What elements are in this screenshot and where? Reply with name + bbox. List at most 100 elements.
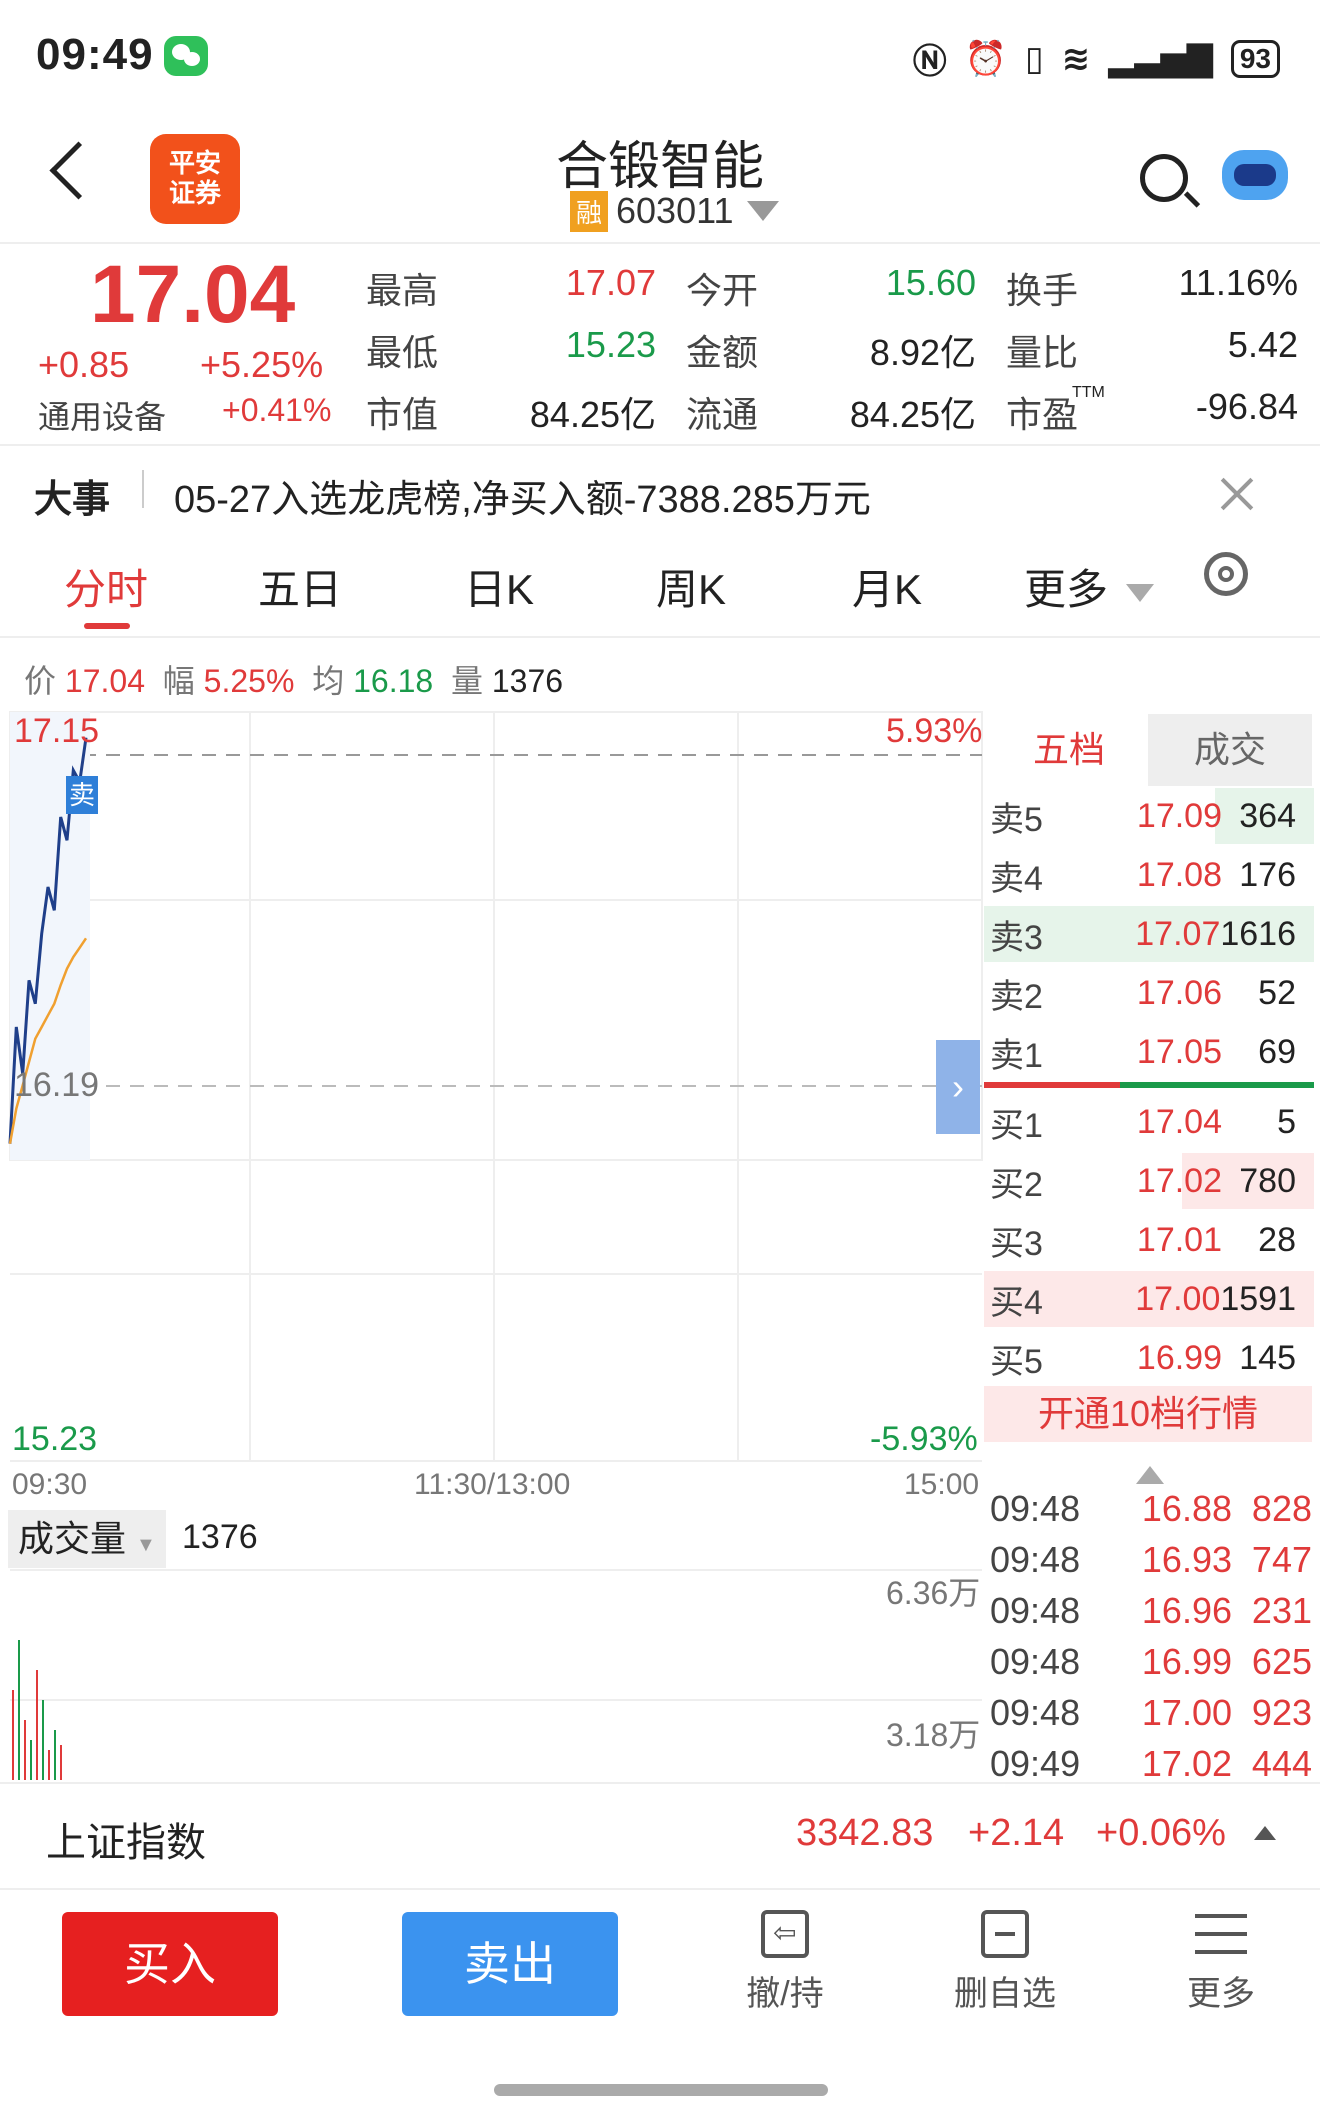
tick-price: 17.00 [1141, 1692, 1232, 1733]
sell-button[interactable]: 卖出 [402, 1912, 618, 2016]
level-price: 17.04 [1136, 1102, 1222, 1141]
status-time: 09:49 [36, 30, 154, 79]
level-label: 买2 [990, 1165, 1043, 1204]
orderbook-row[interactable]: 买1 17.04 5 [984, 1094, 1314, 1150]
home-indicator[interactable] [494, 2084, 828, 2096]
system-status-icons: Ⓝ ⏰ ▯ ≋ ▂▃▅▇ 93 [913, 34, 1280, 83]
volume-bar [54, 1730, 56, 1780]
battery-indicator: 93 [1230, 39, 1280, 78]
quote-label: 量比 [1006, 332, 1079, 373]
price-change-pct: +5.25% [200, 344, 324, 385]
quote-value: -96.84 [1195, 386, 1298, 427]
tick-price: 16.96 [1141, 1590, 1232, 1631]
tab-weekly-k[interactable]: 周K [656, 556, 726, 617]
tab-daily-k[interactable]: 日K [464, 556, 534, 617]
level-volume: 28 [1258, 1220, 1296, 1259]
level-label: 买5 [990, 1342, 1043, 1381]
orderbook-row[interactable]: 卖1 17.05 69 [984, 1024, 1314, 1080]
intraday-chart[interactable] [0, 700, 984, 1780]
tab-intraday[interactable]: 分时 [64, 556, 148, 617]
level-price: 17.08 [1136, 855, 1222, 894]
x-axis-mid-label: 11:30/13:00 [414, 1468, 571, 1501]
tab-five-day[interactable]: 五日 [258, 556, 342, 617]
tab-underline [84, 623, 130, 629]
quote-label-sup: TTM [1072, 384, 1105, 401]
tab-more[interactable]: 更多 [1024, 556, 1155, 617]
volume-bar [24, 1720, 26, 1780]
price-change: +0.85 [38, 344, 130, 385]
level-label: 买1 [990, 1106, 1043, 1145]
index-change-pct: +0.06% [1096, 1812, 1226, 1854]
expand-up-icon[interactable] [1254, 1826, 1276, 1840]
level-volume: 1591 [1220, 1279, 1296, 1318]
orderbook-row[interactable]: 买5 16.99 145 [984, 1330, 1314, 1386]
open-10-levels-button[interactable]: 开通10档行情 [984, 1386, 1312, 1442]
search-icon[interactable] [1140, 154, 1188, 202]
level-label: 卖3 [990, 918, 1043, 957]
more-button[interactable]: 更多 [1156, 1910, 1286, 2015]
level-price: 17.00 [1135, 1279, 1221, 1318]
chevron-up-icon[interactable] [1136, 1466, 1164, 1484]
close-icon[interactable] [1216, 474, 1256, 514]
tick-volume: 747 [1251, 1539, 1312, 1580]
level-volume: 1616 [1220, 914, 1296, 953]
wechat-icon [164, 36, 208, 76]
stock-code-selector[interactable]: 融 603011 [570, 190, 780, 232]
chevron-down-icon [1126, 583, 1155, 602]
quote-value: 15.23 [565, 324, 656, 365]
orderbook-row[interactable]: 买3 17.01 28 [984, 1212, 1314, 1268]
buy-button[interactable]: 买入 [62, 1912, 278, 2016]
minus-box-icon [981, 1910, 1029, 1958]
sell-marker[interactable]: 卖 [66, 776, 98, 814]
tab-five-levels[interactable]: 五档 [990, 714, 1148, 786]
chevron-down-icon [747, 201, 780, 221]
level-price: 16.99 [1136, 1338, 1222, 1377]
tick-volume: 231 [1251, 1590, 1312, 1631]
level-volume: 780 [1239, 1161, 1296, 1200]
level-volume: 52 [1258, 973, 1296, 1012]
quote-value: 5.42 [1227, 324, 1298, 365]
orderbook-row[interactable]: 买4 17.00 1591 [984, 1271, 1314, 1327]
gear-icon[interactable] [1204, 552, 1248, 596]
level-price: 17.09 [1136, 796, 1222, 835]
orderbook-row[interactable]: 卖5 17.09 364 [984, 788, 1314, 844]
quote-label: 换手 [1006, 270, 1079, 311]
level-volume: 5 [1277, 1102, 1296, 1141]
tab-monthly-k[interactable]: 月K [852, 556, 922, 617]
cancel-hold-button[interactable]: ⇦ 撤/持 [720, 1910, 850, 2015]
quote-value: 17.07 [565, 262, 656, 303]
level-price: 17.01 [1136, 1220, 1222, 1259]
tick-volume: 923 [1251, 1692, 1312, 1733]
assistant-robot-icon[interactable] [1222, 150, 1288, 200]
y-axis-top-label: 17.15 [14, 712, 100, 750]
trade-tick-row: 09:48 16.96 231 [990, 1590, 1312, 1640]
volume-bar [36, 1670, 38, 1780]
info-price: 17.04 [64, 663, 145, 699]
quote-label: 今开 [686, 270, 759, 311]
orderbook-row[interactable]: 卖2 17.06 52 [984, 965, 1314, 1021]
orderbook-row[interactable]: 卖4 17.08 176 [984, 847, 1314, 903]
orderbook-row[interactable]: 卖3 17.07 1616 [984, 906, 1314, 962]
quote-value: 84.25亿 [849, 394, 976, 435]
signal-icon: ▂▃▅▇ [1108, 39, 1213, 78]
margin-badge: 融 [570, 190, 609, 232]
remove-watchlist-button[interactable]: 删自选 [940, 1910, 1070, 2015]
expand-chevron-icon[interactable]: › [936, 1040, 980, 1134]
volume-bar [30, 1740, 32, 1780]
x-axis-start-label: 09:30 [12, 1468, 88, 1501]
news-headline[interactable]: 05-27入选龙虎榜,净买入额-7388.285万元 [174, 468, 871, 523]
sector-change-pct: +0.41% [222, 392, 332, 428]
info-amplitude: 5.25% [203, 663, 295, 699]
tab-trades[interactable]: 成交 [1148, 714, 1312, 786]
sector-name[interactable]: 通用设备 [38, 392, 166, 438]
quote-label: 市盈 [1006, 394, 1079, 435]
level-volume: 145 [1239, 1338, 1296, 1377]
level-price: 17.06 [1136, 973, 1222, 1012]
volume-selector[interactable]: 成交量 ▼ [8, 1510, 166, 1568]
quote-value: 15.60 [885, 262, 976, 303]
tick-price: 16.93 [1141, 1539, 1232, 1580]
stock-name: 合锻智能 [555, 138, 764, 196]
quote-label: 流通 [686, 394, 759, 435]
index-value: 3342.83 [796, 1812, 934, 1854]
orderbook-row[interactable]: 买2 17.02 780 [984, 1153, 1314, 1209]
